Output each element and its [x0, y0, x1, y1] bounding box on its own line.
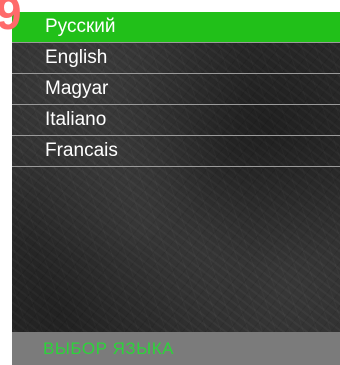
- language-list: Русский English Magyar Italiano Francais: [12, 12, 340, 167]
- language-menu-panel: Русский English Magyar Italiano Francais…: [12, 12, 340, 365]
- menu-title-bar: ВЫБОР ЯЗЫКА: [12, 332, 340, 365]
- menu-title: ВЫБОР ЯЗЫКА: [43, 339, 174, 358]
- language-option-magyar[interactable]: Magyar: [12, 74, 340, 105]
- language-option-italiano[interactable]: Italiano: [12, 105, 340, 136]
- language-option-english[interactable]: English: [12, 43, 340, 74]
- page-number-badge: 9: [0, 0, 22, 39]
- language-option-russian[interactable]: Русский: [12, 12, 340, 43]
- language-option-francais[interactable]: Francais: [12, 136, 340, 167]
